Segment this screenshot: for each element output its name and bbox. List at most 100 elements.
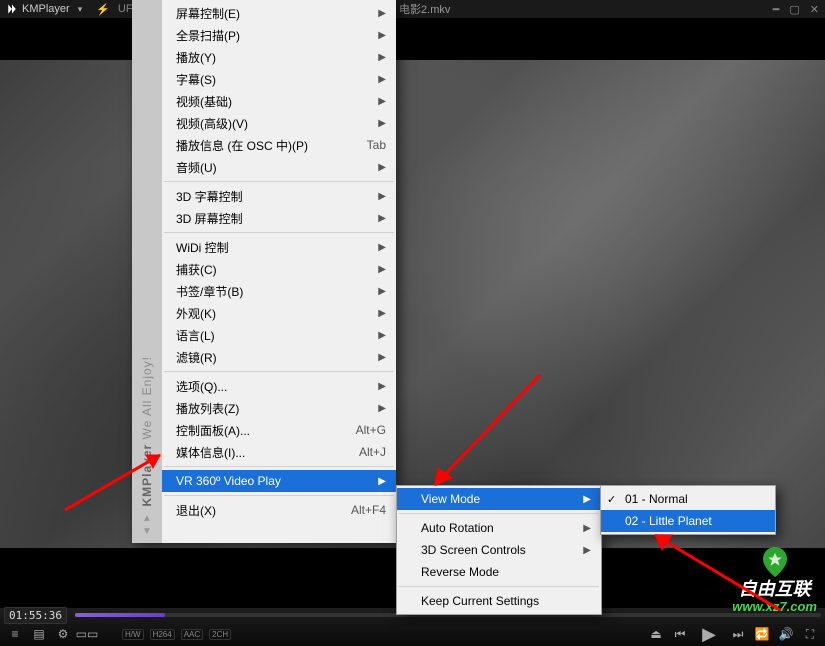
timecode: 01:55:36 bbox=[4, 607, 67, 624]
menu-item-label: Keep Current Settings bbox=[421, 594, 539, 608]
vr-submenu-item[interactable]: View Mode▶ bbox=[397, 488, 601, 510]
submenu-arrow-icon: ▶ bbox=[378, 96, 386, 107]
maximize-icon[interactable]: ▢ bbox=[789, 3, 799, 16]
context-menu-item[interactable]: 视频(高级)(V) ▶ bbox=[162, 112, 396, 134]
context-menu-item[interactable]: 播放列表(Z)▶ bbox=[162, 397, 396, 419]
menu-item-label: 退出(X) bbox=[176, 502, 216, 519]
context-menu-item[interactable]: 屏幕控制(E)▶ bbox=[162, 2, 396, 24]
menu-item-label: 屏幕控制(E) bbox=[176, 5, 240, 22]
context-menu-sidebar: KMPlayer We All Enjoy! ▲ ▼ bbox=[132, 0, 162, 543]
codec-tag: 2CH bbox=[209, 629, 231, 640]
prev-icon[interactable]: ⏮ bbox=[671, 626, 689, 642]
view-mode-submenu-item[interactable]: ✓ 01 - Normal bbox=[601, 488, 775, 510]
submenu-arrow-icon: ▶ bbox=[583, 545, 591, 556]
sidebar-brand-label: KMPlayer We All Enjoy! bbox=[140, 356, 154, 507]
view-mode-submenu-item[interactable]: 02 - Little Planet bbox=[601, 510, 775, 532]
menu-item-label: 视频(基础) bbox=[176, 93, 232, 110]
menu-shortcut: Alt+F4 bbox=[351, 503, 386, 517]
menu-item-label: Auto Rotation bbox=[421, 521, 494, 535]
menu-separator bbox=[164, 495, 394, 496]
settings-gear-icon[interactable]: ⚙ bbox=[54, 626, 72, 642]
menu-item-label: 视频(高级)(V) bbox=[176, 115, 248, 132]
context-menu-item[interactable]: 播放信息 (在 OSC 中)(P)Tab bbox=[162, 134, 396, 156]
menu-item-label: VR 360º Video Play bbox=[176, 474, 281, 488]
menu-separator bbox=[164, 466, 394, 467]
play-icon[interactable]: ▶ bbox=[695, 626, 723, 642]
fullscreen-icon[interactable]: ⛶ bbox=[801, 626, 819, 642]
menu-item-label: View Mode bbox=[421, 492, 480, 506]
vr-submenu: View Mode▶Auto Rotation▶3D Screen Contro… bbox=[396, 485, 602, 615]
context-menu-item[interactable]: VR 360º Video Play ▶ bbox=[162, 470, 396, 492]
context-menu-item[interactable]: 控制面板(A)...Alt+G bbox=[162, 419, 396, 441]
menu-separator bbox=[399, 513, 599, 514]
menu-shortcut: Alt+J bbox=[359, 445, 386, 459]
context-menu-item[interactable]: 音频(U)▶ bbox=[162, 156, 396, 178]
menu-shortcut: Tab bbox=[367, 138, 386, 152]
context-menu-item[interactable]: 字幕(S)▶ bbox=[162, 68, 396, 90]
context-menu-item[interactable]: 语言(L)▶ bbox=[162, 324, 396, 346]
context-menu-item[interactable]: 书签/章节(B)▶ bbox=[162, 280, 396, 302]
submenu-arrow-icon: ▶ bbox=[378, 286, 386, 297]
titlebar: KMPlayer ▾ ⚡ UF [1/2] 电影2.mkv ━ ▢ ✕ bbox=[0, 0, 825, 18]
context-menu-item[interactable]: 3D 屏幕控制 ▶ bbox=[162, 207, 396, 229]
menu-separator bbox=[399, 586, 599, 587]
context-menu-item[interactable]: 外观(K) ▶ bbox=[162, 302, 396, 324]
vr-submenu-item[interactable]: Auto Rotation ▶ bbox=[397, 517, 601, 539]
submenu-arrow-icon: ▶ bbox=[378, 352, 386, 363]
menu-item-label: 播放(Y) bbox=[176, 49, 216, 66]
volume-icon[interactable]: 🔊 bbox=[777, 626, 795, 642]
uf-label[interactable]: UF bbox=[118, 3, 133, 15]
submenu-arrow-icon: ▶ bbox=[378, 403, 386, 414]
submenu-arrow-icon: ▶ bbox=[378, 118, 386, 129]
context-menu-item[interactable]: 滤镜(R) ▶ bbox=[162, 346, 396, 368]
loop-icon[interactable]: 🔁 bbox=[753, 626, 771, 642]
context-menu-item[interactable]: WiDi 控制▶ bbox=[162, 236, 396, 258]
context-menu-item[interactable]: 选项(Q)...▶ bbox=[162, 375, 396, 397]
letterbox-top bbox=[0, 18, 825, 60]
minimize-icon[interactable]: ━ bbox=[773, 3, 780, 16]
submenu-arrow-icon: ▶ bbox=[378, 381, 386, 392]
check-icon: ✓ bbox=[607, 493, 616, 506]
context-menu-item[interactable]: 全景扫描(P)▶ bbox=[162, 24, 396, 46]
codec-tag: H264 bbox=[150, 629, 175, 640]
vr-submenu-item[interactable]: Reverse Mode bbox=[397, 561, 601, 583]
sidebar-chevron-down-icon: ▼ bbox=[142, 526, 152, 537]
submenu-arrow-icon: ▶ bbox=[378, 476, 386, 487]
menu-separator bbox=[164, 181, 394, 182]
vr-submenu-item[interactable]: 3D Screen Controls ▶ bbox=[397, 539, 601, 561]
bolt-icon[interactable]: ⚡ bbox=[96, 3, 110, 16]
submenu-arrow-icon: ▶ bbox=[378, 308, 386, 319]
context-menu: KMPlayer We All Enjoy! ▲ ▼ 屏幕控制(E)▶全景扫描(… bbox=[132, 0, 396, 543]
app-logo[interactable]: KMPlayer ▾ bbox=[6, 3, 82, 15]
menu-item-label: 捕获(C) bbox=[176, 261, 217, 278]
codec-tag: H/W bbox=[122, 629, 144, 640]
menu-item-label: 01 - Normal bbox=[625, 492, 688, 506]
menu-item-label: 语言(L) bbox=[176, 327, 215, 344]
vr-submenu-item[interactable]: Keep Current Settings bbox=[397, 590, 601, 612]
submenu-arrow-icon: ▶ bbox=[378, 162, 386, 173]
app-menu-chevron-icon[interactable]: ▾ bbox=[78, 4, 83, 15]
submenu-arrow-icon: ▶ bbox=[378, 264, 386, 275]
vr-icon[interactable]: ▭▭ bbox=[78, 626, 96, 642]
submenu-arrow-icon: ▶ bbox=[378, 213, 386, 224]
menu-item-label: 3D 屏幕控制 bbox=[176, 210, 243, 227]
menu-item-label: 02 - Little Planet bbox=[625, 514, 712, 528]
menu-item-label: 3D Screen Controls bbox=[421, 543, 526, 557]
menu-item-label: 外观(K) bbox=[176, 305, 216, 322]
menu-separator bbox=[164, 232, 394, 233]
context-menu-item[interactable]: 3D 字幕控制▶ bbox=[162, 185, 396, 207]
submenu-arrow-icon: ▶ bbox=[378, 52, 386, 63]
close-icon[interactable]: ✕ bbox=[810, 3, 819, 16]
context-menu-item[interactable]: 播放(Y) ▶ bbox=[162, 46, 396, 68]
context-menu-item[interactable]: 视频(基础) ▶ bbox=[162, 90, 396, 112]
sidebar-chevron-up-icon: ▲ bbox=[142, 513, 152, 524]
playlist-icon[interactable]: ▤ bbox=[30, 626, 48, 642]
menu-item-label: 滤镜(R) bbox=[176, 349, 217, 366]
context-menu-item[interactable]: 退出(X) Alt+F4 bbox=[162, 499, 396, 521]
eject-icon[interactable]: ⏏ bbox=[647, 626, 665, 642]
context-menu-item[interactable]: 捕获(C) ▶ bbox=[162, 258, 396, 280]
submenu-arrow-icon: ▶ bbox=[583, 523, 591, 534]
menu-icon[interactable]: ≡ bbox=[6, 626, 24, 642]
context-menu-item[interactable]: 媒体信息(I)...Alt+J bbox=[162, 441, 396, 463]
next-icon[interactable]: ⏭ bbox=[729, 626, 747, 642]
